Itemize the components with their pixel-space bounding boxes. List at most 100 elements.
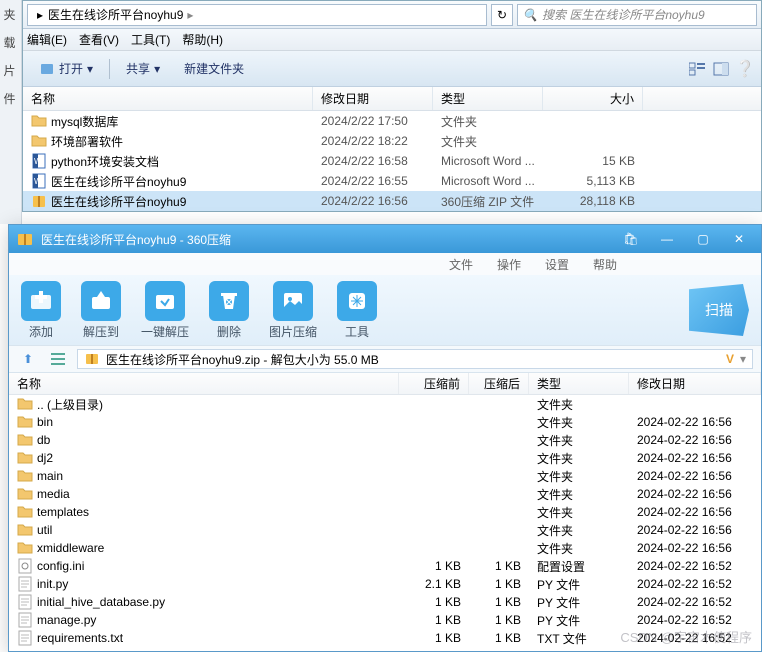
column-size[interactable]: 大小 xyxy=(543,87,643,110)
archive-row[interactable]: util文件夹2024-02-22 16:56 xyxy=(9,521,761,539)
add-button[interactable]: 添加 xyxy=(21,281,61,340)
gutter-char: 载 xyxy=(4,34,18,48)
archive-path-input[interactable]: 医生在线诊所平台noyhu9.zip - 解包大小为 55.0 MB V ▾ xyxy=(77,349,753,369)
archive-row[interactable]: db文件夹2024-02-22 16:56 xyxy=(9,431,761,449)
refresh-button[interactable]: ↻ xyxy=(491,4,513,26)
extract-button[interactable]: 解压到 xyxy=(81,281,121,340)
column-name[interactable]: 名称 xyxy=(23,87,313,110)
menu-help[interactable]: 帮助(H) xyxy=(182,31,223,48)
file-row[interactable]: 医生在线诊所平台noyhu92024/2/22 16:56360压缩 ZIP 文… xyxy=(23,191,761,211)
size-after: 1 KB xyxy=(469,631,529,645)
size-after: 1 KB xyxy=(469,613,529,627)
organize-icon xyxy=(39,61,55,77)
file-date: 2024-02-22 16:56 xyxy=(629,451,761,465)
folder-icon xyxy=(17,486,33,502)
scan-button[interactable]: 扫描 xyxy=(689,284,749,336)
archive-row[interactable]: requirements.txt1 KB1 KBTXT 文件2024-02-22… xyxy=(9,629,761,647)
organize-button[interactable]: 打开 ▾ xyxy=(31,56,101,81)
archive-row[interactable]: init.py2.1 KB1 KBPY 文件2024-02-22 16:52 xyxy=(9,575,761,593)
share-label: 共享 xyxy=(126,60,150,77)
view-mode-button[interactable] xyxy=(47,349,69,369)
file-date: 2024-02-22 16:56 xyxy=(629,505,761,519)
column-type[interactable]: 类型 xyxy=(529,373,629,394)
size-after: 1 KB xyxy=(469,559,529,573)
file-type: 文件夹 xyxy=(529,414,629,431)
word-icon: W xyxy=(31,153,47,169)
delete-button[interactable]: 删除 xyxy=(209,281,249,340)
column-type[interactable]: 类型 xyxy=(433,87,543,110)
newfolder-label: 新建文件夹 xyxy=(184,60,244,77)
file-date: 2024-02-22 16:52 xyxy=(629,595,761,609)
column-name[interactable]: 名称 xyxy=(9,373,399,394)
file-date: 2024/2/22 17:50 xyxy=(313,114,433,128)
column-after[interactable]: 压缩后 xyxy=(469,373,529,394)
preview-pane-icon[interactable] xyxy=(713,61,729,77)
help-icon[interactable]: ❔ xyxy=(737,61,753,77)
file-date: 2024-02-22 16:52 xyxy=(629,577,761,591)
txt-icon xyxy=(17,630,33,646)
imgcompress-button[interactable]: 图片压缩 xyxy=(269,281,317,340)
file-date: 2024-02-22 16:52 xyxy=(629,631,761,645)
menu-help[interactable]: 帮助 xyxy=(593,256,617,273)
size-before: 1 KB xyxy=(399,613,469,627)
file-date: 2024/2/22 16:56 xyxy=(313,194,433,208)
titlebar: 医生在线诊所平台noyhu9 - 360压缩 🛍 — ▢ ✕ xyxy=(9,225,761,253)
menu-file[interactable]: 文件 xyxy=(449,256,473,273)
archive-row[interactable]: initial_hive_database.py1 KB1 KBPY 文件202… xyxy=(9,593,761,611)
file-type: Microsoft Word ... xyxy=(433,154,543,168)
folder-icon xyxy=(17,450,33,466)
file-name: util xyxy=(37,523,52,537)
archive-row[interactable]: main文件夹2024-02-22 16:56 xyxy=(9,467,761,485)
archive-row[interactable]: media文件夹2024-02-22 16:56 xyxy=(9,485,761,503)
file-type: 文件夹 xyxy=(529,432,629,449)
ini-icon xyxy=(17,558,33,574)
file-type: 360压缩 ZIP 文件 xyxy=(433,193,543,210)
folder-icon xyxy=(17,522,33,538)
file-row[interactable]: W医生在线诊所平台noyhu92024/2/22 16:55Microsoft … xyxy=(23,171,761,191)
file-name: python环境安装文档 xyxy=(51,153,159,170)
column-before[interactable]: 压缩前 xyxy=(399,373,469,394)
up-button[interactable]: ⬆ xyxy=(17,349,39,369)
menu-view[interactable]: 查看(V) xyxy=(79,31,119,48)
folder-icon xyxy=(17,414,33,430)
archive-row[interactable]: dj2文件夹2024-02-22 16:56 xyxy=(9,449,761,467)
gutter-char: 片 xyxy=(4,62,18,76)
file-row[interactable]: 环境部署软件2024/2/22 18:22文件夹 xyxy=(23,131,761,151)
close-button[interactable]: ✕ xyxy=(725,230,753,248)
file-date: 2024-02-22 16:52 xyxy=(629,559,761,573)
minimize-button[interactable]: — xyxy=(653,230,681,248)
menu-op[interactable]: 操作 xyxy=(497,256,521,273)
column-date[interactable]: 修改日期 xyxy=(629,373,761,394)
archive-row[interactable]: templates文件夹2024-02-22 16:56 xyxy=(9,503,761,521)
view-options-icon[interactable] xyxy=(689,61,705,77)
file-row[interactable]: Wpython环境安装文档2024/2/22 16:58Microsoft Wo… xyxy=(23,151,761,171)
add-icon xyxy=(29,289,53,313)
file-row[interactable]: mysql数据库2024/2/22 17:50文件夹 xyxy=(23,111,761,131)
breadcrumb[interactable]: ▸ 医生在线诊所平台noyhu9 ▸ xyxy=(27,4,487,26)
app-icon xyxy=(17,231,33,247)
tools-button[interactable]: 工具 xyxy=(337,281,377,340)
file-name: main xyxy=(37,469,63,483)
archive-row[interactable]: .. (上级目录)文件夹 xyxy=(9,395,761,413)
archive-row[interactable]: manage.py1 KB1 KBPY 文件2024-02-22 16:52 xyxy=(9,611,761,629)
oneclick-button[interactable]: 一键解压 xyxy=(141,281,189,340)
archive-row[interactable]: xmiddleware文件夹2024-02-22 16:56 xyxy=(9,539,761,557)
search-input[interactable]: 🔍 搜索 医生在线诊所平台noyhu9 xyxy=(517,4,757,26)
file-size: 15 KB xyxy=(543,154,643,168)
file-size: 5,113 KB xyxy=(543,174,643,188)
archive-row[interactable]: config.ini1 KB1 KB配置设置2024-02-22 16:52 xyxy=(9,557,761,575)
folder-icon xyxy=(17,432,33,448)
newfolder-button[interactable]: 新建文件夹 xyxy=(176,56,252,81)
menu-tools[interactable]: 工具(T) xyxy=(131,31,170,48)
archive-row[interactable]: bin文件夹2024-02-22 16:56 xyxy=(9,413,761,431)
size-before: 1 KB xyxy=(399,631,469,645)
gutter-char: 夹 xyxy=(4,6,18,20)
file-name: init.py xyxy=(37,577,68,591)
menu-settings[interactable]: 设置 xyxy=(545,256,569,273)
column-date[interactable]: 修改日期 xyxy=(313,87,433,110)
share-button[interactable]: 共享 ▾ xyxy=(118,56,168,81)
shop-icon[interactable]: 🛍 xyxy=(617,230,645,248)
chevron-down-icon[interactable]: ▾ xyxy=(740,352,746,366)
maximize-button[interactable]: ▢ xyxy=(689,230,717,248)
menu-edit[interactable]: 编辑(E) xyxy=(27,31,67,48)
